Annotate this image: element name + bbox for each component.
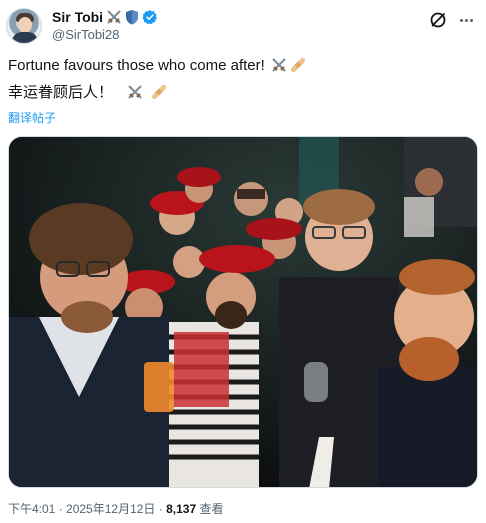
- bandage-icon: [151, 84, 167, 106]
- views-count: 8,137: [166, 502, 197, 516]
- verified-badge-icon[interactable]: [142, 9, 158, 25]
- group-selfie-photo: [9, 137, 477, 487]
- crossed-swords-icon: [271, 57, 287, 79]
- tweet-text-en: Fortune favours those who come after!: [8, 56, 478, 79]
- meta-separator: ·: [55, 502, 67, 516]
- tweet-header: Sir Tobi @SirTobi28: [6, 6, 480, 46]
- tweet-photo[interactable]: [8, 136, 478, 488]
- avatar[interactable]: [6, 8, 42, 44]
- author-handle[interactable]: @SirTobi28: [52, 27, 119, 43]
- shield-icon: [125, 9, 139, 25]
- views-label: 查看: [199, 502, 224, 516]
- tweet-time[interactable]: 下午4:01: [8, 502, 55, 516]
- author-name-row: Sir Tobi: [52, 8, 158, 26]
- more-icon[interactable]: [456, 10, 476, 30]
- tweet-text-en-content: Fortune favours those who come after!: [8, 57, 265, 74]
- crossed-swords-icon: [106, 9, 122, 25]
- grok-icon[interactable]: [428, 10, 448, 30]
- tweet-date[interactable]: 2025年12月12日: [66, 502, 155, 516]
- tweet-text-zh: 幸运眷顾后人！: [8, 83, 478, 106]
- tweet-text-zh-content: 幸运眷顾后人！: [8, 84, 114, 101]
- crossed-swords-icon: [127, 84, 143, 106]
- avatar-face: [18, 17, 32, 33]
- tweet-meta: 下午4:01 · 2025年12月12日 · 8,137 查看: [8, 502, 224, 517]
- avatar-body: [12, 32, 38, 43]
- bandage-icon: [290, 57, 306, 79]
- translate-post-link[interactable]: 翻译帖子: [8, 111, 56, 125]
- author-display-name[interactable]: Sir Tobi: [52, 8, 103, 26]
- meta-separator: ·: [155, 502, 167, 516]
